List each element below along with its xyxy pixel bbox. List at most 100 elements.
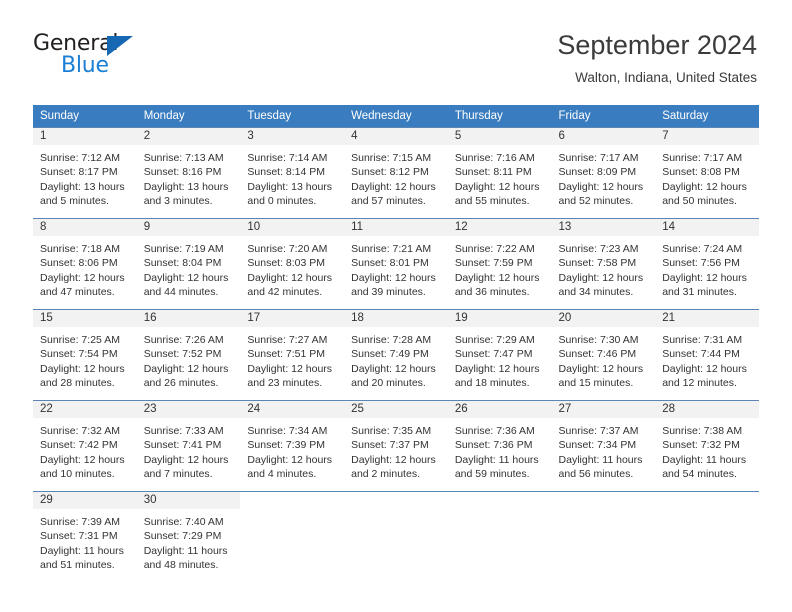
sunset-text: Sunset: 8:16 PM bbox=[143, 166, 222, 179]
daylight-text-line2: and 7 minutes. bbox=[143, 467, 213, 480]
day-cell[interactable]: 25 Sunrise: 7:35 AM Sunset: 7:37 PM Dayligh… bbox=[344, 401, 448, 492]
day-cell[interactable]: 8 Sunrise: 7:18 AM Sunset: 8:06 PM Daylight… bbox=[33, 219, 137, 310]
day-cell[interactable]: 12 Sunrise: 7:22 AM Sunset: 7:59 PM Dayligh… bbox=[447, 219, 552, 310]
day-cell[interactable]: 14 Sunrise: 7:24 AM Sunset: 7:56 PM Dayligh… bbox=[655, 219, 759, 310]
day-cell[interactable]: 11 Sunrise: 7:21 AM Sunset: 8:01 PM Dayligh… bbox=[344, 219, 448, 310]
sunset-text: Sunset: 7:42 PM bbox=[40, 439, 118, 452]
day-cell[interactable]: 24 Sunrise: 7:34 AM Sunset: 7:39 PM Dayligh… bbox=[240, 401, 345, 492]
daylight-text-line2: and 50 minutes. bbox=[662, 194, 737, 207]
day-cell[interactable]: 23 Sunrise: 7:33 AM Sunset: 7:41 PM Dayligh… bbox=[136, 401, 241, 492]
day-number: 6 bbox=[551, 128, 656, 146]
sunrise-text: Sunrise: 7:20 AM bbox=[247, 243, 328, 255]
day-number: 10 bbox=[240, 219, 345, 237]
day-cell[interactable]: 1 Sunrise: 7:12 AM Sunset: 8:17 PM Daylight… bbox=[33, 128, 137, 219]
day-cell[interactable]: 20 Sunrise: 7:30 AM Sunset: 7:46 PM Dayligh… bbox=[551, 310, 656, 401]
day-cell[interactable]: 2 Sunrise: 7:13 AM Sunset: 8:16 PM Daylight… bbox=[136, 128, 241, 219]
day-cell[interactable]: 30 Sunrise: 7:40 AM Sunset: 7:29 PM Dayligh… bbox=[136, 492, 241, 583]
week-row: 22 Sunrise: 7:32 AM Sunset: 7:42 PM Dayligh… bbox=[33, 400, 759, 492]
sunset-text: Sunset: 7:59 PM bbox=[454, 257, 533, 270]
sunrise-text: Sunrise: 7:32 AM bbox=[40, 425, 120, 437]
day-cell[interactable]: 4 Sunrise: 7:15 AM Sunset: 8:12 PM Daylight… bbox=[344, 128, 448, 219]
day-cell[interactable]: 7 Sunrise: 7:17 AM Sunset: 8:08 PM Daylight… bbox=[655, 128, 759, 219]
daylight-text-line1: Daylight: 12 hours bbox=[662, 180, 747, 193]
day-number: 19 bbox=[447, 310, 552, 328]
sunrise-text: Sunrise: 7:31 AM bbox=[662, 334, 743, 346]
day-cell[interactable]: 17 Sunrise: 7:27 AM Sunset: 7:51 PM Dayligh… bbox=[240, 310, 345, 401]
sunset-text: Sunset: 8:09 PM bbox=[558, 166, 637, 179]
daylight-text-line2: and 55 minutes. bbox=[454, 194, 530, 207]
sunset-text: Sunset: 7:58 PM bbox=[558, 257, 637, 270]
daylight-text-line1: Daylight: 11 hours bbox=[40, 544, 124, 557]
day-cell[interactable]: 26 Sunrise: 7:36 AM Sunset: 7:36 PM Dayligh… bbox=[447, 401, 552, 492]
weekday-header-wednesday: Wednesday bbox=[344, 105, 448, 128]
day-cell[interactable]: 13 Sunrise: 7:23 AM Sunset: 7:58 PM Dayligh… bbox=[551, 219, 656, 310]
day-cell[interactable]: 9 Sunrise: 7:19 AM Sunset: 8:04 PM Daylight… bbox=[136, 219, 241, 310]
day-cell[interactable]: 10 Sunrise: 7:20 AM Sunset: 8:03 PM Dayligh… bbox=[240, 219, 345, 310]
sunset-text: Sunset: 7:34 PM bbox=[558, 439, 637, 452]
day-number: 15 bbox=[33, 310, 137, 328]
sunset-text: Sunset: 7:54 PM bbox=[40, 348, 118, 361]
day-cell[interactable]: 21 Sunrise: 7:31 AM Sunset: 7:44 PM Dayligh… bbox=[655, 310, 759, 401]
daylight-text-line2: and 2 minutes. bbox=[351, 467, 420, 480]
day-number: 2 bbox=[136, 128, 241, 146]
daylight-text-line1: Daylight: 11 hours bbox=[454, 453, 539, 466]
daylight-text-line2: and 20 minutes. bbox=[351, 376, 426, 389]
daylight-text-line2: and 47 minutes. bbox=[40, 285, 115, 298]
sunrise-text: Sunrise: 7:22 AM bbox=[454, 243, 535, 255]
daylight-text-line2: and 48 minutes. bbox=[143, 558, 219, 571]
sunset-text: Sunset: 8:01 PM bbox=[351, 257, 429, 270]
daylight-text-line1: Daylight: 12 hours bbox=[247, 362, 333, 375]
day-number: 12 bbox=[447, 219, 552, 237]
day-number: 3 bbox=[240, 128, 345, 146]
daylight-text-line1: Daylight: 12 hours bbox=[351, 453, 436, 466]
sunrise-text: Sunrise: 7:35 AM bbox=[351, 425, 432, 437]
sunset-text: Sunset: 7:49 PM bbox=[351, 348, 429, 361]
day-cell[interactable]: 15 Sunrise: 7:25 AM Sunset: 7:54 PM Dayligh… bbox=[33, 310, 137, 401]
daylight-text-line2: and 10 minutes. bbox=[40, 467, 115, 480]
day-cell[interactable]: 6 Sunrise: 7:17 AM Sunset: 8:09 PM Daylight… bbox=[551, 128, 656, 219]
day-number bbox=[240, 492, 344, 509]
day-number: 26 bbox=[447, 401, 552, 419]
day-cell[interactable]: 28 Sunrise: 7:38 AM Sunset: 7:32 PM Dayligh… bbox=[655, 401, 759, 492]
daylight-text-line1: Daylight: 12 hours bbox=[351, 362, 436, 375]
day-cell-empty bbox=[344, 492, 448, 583]
day-cell[interactable]: 18 Sunrise: 7:28 AM Sunset: 7:49 PM Dayligh… bbox=[344, 310, 448, 401]
day-number: 23 bbox=[136, 401, 241, 419]
daylight-text-line2: and 44 minutes. bbox=[143, 285, 219, 298]
day-cell[interactable]: 27 Sunrise: 7:37 AM Sunset: 7:34 PM Dayligh… bbox=[551, 401, 656, 492]
day-number: 4 bbox=[344, 128, 448, 146]
day-number bbox=[655, 492, 759, 509]
day-number: 22 bbox=[33, 401, 137, 419]
sunset-text: Sunset: 8:14 PM bbox=[247, 166, 326, 179]
sunset-text: Sunset: 7:31 PM bbox=[40, 530, 118, 543]
daylight-text-line2: and 3 minutes. bbox=[143, 194, 213, 207]
calendar-header-row: Sunday Monday Tuesday Wednesday Thursday… bbox=[33, 105, 759, 128]
sunrise-text: Sunrise: 7:34 AM bbox=[247, 425, 328, 437]
sunrise-text: Sunrise: 7:24 AM bbox=[662, 243, 743, 255]
day-cell[interactable]: 5 Sunrise: 7:16 AM Sunset: 8:11 PM Daylight… bbox=[447, 128, 552, 219]
general-blue-logo[interactable]: General Blue bbox=[33, 32, 233, 84]
sunset-text: Sunset: 8:06 PM bbox=[40, 257, 118, 270]
day-cell[interactable]: 3 Sunrise: 7:14 AM Sunset: 8:14 PM Daylight… bbox=[240, 128, 345, 219]
day-cell-empty bbox=[240, 492, 344, 583]
sunset-text: Sunset: 7:52 PM bbox=[143, 348, 222, 361]
daylight-text-line1: Daylight: 12 hours bbox=[351, 180, 436, 193]
day-cell[interactable]: 16 Sunrise: 7:26 AM Sunset: 7:52 PM Dayligh… bbox=[136, 310, 241, 401]
day-number: 9 bbox=[136, 219, 241, 237]
sunset-text: Sunset: 7:37 PM bbox=[351, 439, 429, 452]
sunset-text: Sunset: 8:04 PM bbox=[143, 257, 222, 270]
day-cell[interactable]: 22 Sunrise: 7:32 AM Sunset: 7:42 PM Dayligh… bbox=[33, 401, 137, 492]
daylight-text-line1: Daylight: 12 hours bbox=[558, 180, 644, 193]
day-cell[interactable]: 19 Sunrise: 7:29 AM Sunset: 7:47 PM Dayligh… bbox=[447, 310, 552, 401]
sunset-text: Sunset: 7:46 PM bbox=[558, 348, 637, 361]
day-number: 8 bbox=[33, 219, 137, 237]
daylight-text-line1: Daylight: 13 hours bbox=[247, 180, 333, 193]
day-number: 28 bbox=[655, 401, 759, 419]
day-number: 17 bbox=[240, 310, 345, 328]
sunset-text: Sunset: 7:56 PM bbox=[662, 257, 740, 270]
sunrise-sunset-calendar: Sunday Monday Tuesday Wednesday Thursday… bbox=[33, 105, 759, 582]
day-cell[interactable]: 29 Sunrise: 7:39 AM Sunset: 7:31 PM Dayligh… bbox=[33, 492, 137, 583]
day-number: 16 bbox=[136, 310, 241, 328]
weekday-header-thursday: Thursday bbox=[447, 105, 552, 128]
day-number: 5 bbox=[447, 128, 552, 146]
